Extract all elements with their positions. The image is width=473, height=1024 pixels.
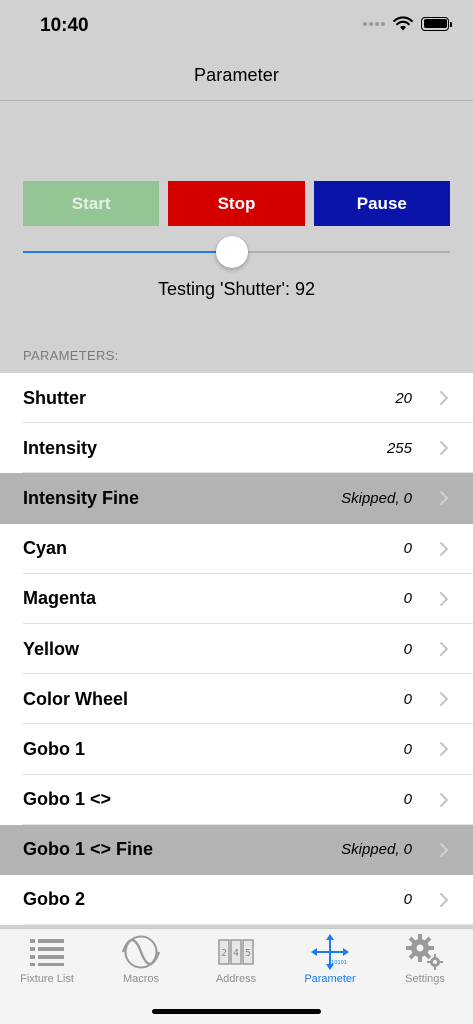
chevron-right-icon [439,741,449,757]
parameter-name: Gobo 1 <> Fine [23,839,154,860]
pause-button[interactable]: Pause [313,181,450,226]
parameter-name: Cyan [23,538,68,559]
tab-macros[interactable]: Macros [94,933,188,989]
chevron-right-icon [439,440,449,456]
parameter-value: 0 [403,540,412,558]
chevron-right-icon [439,541,449,557]
home-indicator [152,1009,321,1014]
battery-icon [421,16,452,31]
status-bar: 10:40 [0,0,473,50]
parameter-name: Gobo 1 [23,738,85,759]
svg-text:10101: 10101 [331,960,347,966]
sine-wave-icon [121,933,161,971]
parameter-row[interactable]: Shutter 20 [0,373,473,424]
tab-label: Fixture List [20,973,74,985]
parameter-list: Shutter 20 Intensity 255 Intensity Fine Skipp… [0,373,473,926]
parameter-row[interactable]: Gobo 1 0 [0,724,473,775]
parameter-value: 0 [403,740,412,758]
row-separator [23,924,473,926]
parameter-name: Shutter [23,387,86,408]
chevron-right-icon [439,892,449,908]
slider-fill [23,251,233,253]
parameter-row[interactable]: Intensity Fine Skipped, 0 [0,473,473,524]
svg-text:2: 2 [221,948,227,959]
list-icon [27,933,67,971]
tab-label: Address [215,973,257,985]
parameter-name: Intensity Fine [23,487,140,508]
parameter-name: Gobo 1 <> [23,789,112,810]
parameter-row[interactable]: Gobo 2 0 [0,874,473,926]
chevron-right-icon [439,792,449,808]
start-button[interactable]: Start [23,181,160,226]
tab-fixture-list[interactable]: Fixture List [0,933,94,989]
status-time: 10:40 [40,15,89,36]
parameter-row[interactable]: Gobo 1 <> Fine Skipped, 0 [0,824,473,875]
chevron-right-icon [439,490,449,506]
parameter-value: 0 [403,791,412,809]
gears-icon [405,933,445,971]
parameter-row[interactable]: Intensity 255 [0,423,473,474]
address-counter-icon: 245 [216,933,256,971]
parameter-row[interactable]: Magenta 0 [0,573,473,624]
status-icons [363,16,452,31]
tab-parameter[interactable]: 10101 Parameter [283,933,377,989]
parameter-value: 20 [395,389,412,407]
slider-thumb[interactable] [216,236,249,268]
chevron-right-icon [439,842,449,858]
tab-address[interactable]: 245 Address [189,933,283,989]
tab-label: Parameter [304,973,356,985]
navigation-bar: Parameter [0,50,473,101]
parameter-name: Intensity [23,437,98,458]
parameter-value: 0 [403,690,412,708]
chevron-right-icon [439,691,449,707]
tab-label: Settings [405,973,445,985]
parameter-value: Skipped, 0 [341,489,412,507]
stop-button[interactable]: Stop [168,181,305,226]
cellular-signal-icon [363,21,385,26]
test-value-slider[interactable] [23,236,450,268]
parameter-value: 0 [403,640,412,658]
parameter-name: Magenta [23,588,97,609]
tab-settings[interactable]: Settings [378,933,472,989]
chevron-right-icon [439,390,449,406]
wifi-icon [393,16,413,31]
svg-text:4: 4 [233,948,239,959]
svg-text:5: 5 [245,948,251,959]
testing-status-label: Testing 'Shutter': 92 [158,279,315,299]
chevron-right-icon [439,591,449,607]
parameter-value: 255 [386,439,412,457]
tab-label: Macros [122,973,160,985]
move-arrows-icon: 10101 [310,933,350,971]
parameter-row[interactable]: Color Wheel 0 [0,674,473,725]
page-title: Parameter [194,64,279,85]
parameter-row[interactable]: Yellow 0 [0,623,473,675]
parameter-value: Skipped, 0 [341,841,412,859]
parameters-section-header: PARAMETERS: [23,348,119,363]
parameter-value: 0 [403,590,412,608]
chevron-right-icon [439,641,449,657]
parameter-name: Yellow [23,638,80,659]
parameter-name: Gobo 2 [23,889,85,910]
parameter-row[interactable]: Cyan 0 [0,523,473,574]
parameter-name: Color Wheel [23,688,129,709]
playback-controls: Start Stop Pause [23,181,450,226]
parameter-value: 0 [403,891,412,909]
parameter-row[interactable]: Gobo 1 <> 0 [0,774,473,825]
